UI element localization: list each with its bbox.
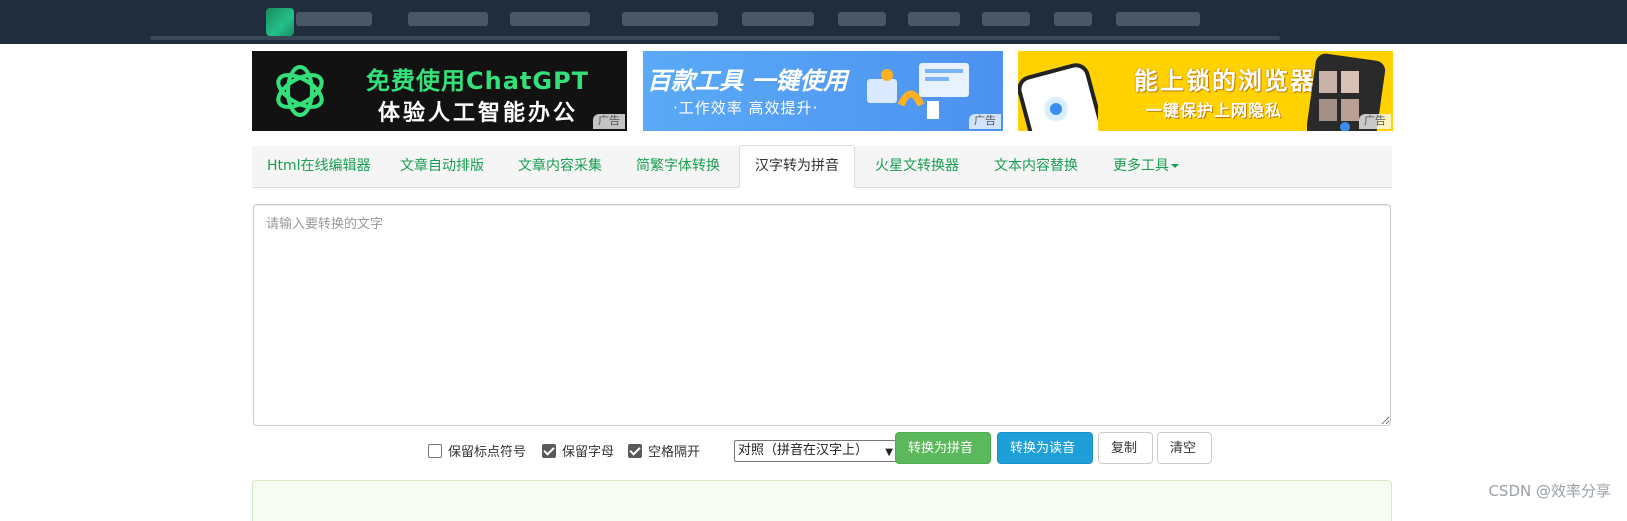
keep-letters-option[interactable]: 保留字母	[542, 441, 614, 460]
blurred-nav-item[interactable]	[982, 12, 1030, 26]
result-panel	[252, 480, 1392, 521]
ad-tag: 广告	[593, 114, 625, 129]
keep-letters-checkbox[interactable]	[542, 443, 556, 458]
keep-letters-label: 保留字母	[562, 445, 615, 460]
ad-headline: 能上锁的浏览器	[1134, 67, 1316, 95]
ad-banner-browser[interactable]: 能上锁的浏览器 一键保护上网隐私 广告	[1018, 51, 1393, 131]
openai-logo-icon	[276, 65, 324, 117]
convert-controls: 保留标点符号 保留字母 空格隔开 对照（拼音在汉字上） ▼ 转换为拼音 转换为读…	[428, 431, 1218, 467]
tab-hanzi-to-pinyin[interactable]: 汉字转为拼音	[739, 145, 855, 188]
tab-more-tools-label: 更多工具	[1113, 158, 1169, 174]
ad-subline: 一键保护上网隐私	[1146, 101, 1283, 120]
convert-to-pinyin-button[interactable]: 转换为拼音	[895, 432, 991, 464]
tab-auto-format[interactable]: 文章自动排版	[385, 146, 499, 187]
blurred-nav-item[interactable]	[622, 12, 718, 26]
ad-tag: 广告	[969, 114, 1001, 129]
csdn-watermark: CSDN @效率分享	[1488, 482, 1611, 500]
blurred-nav-item[interactable]	[1116, 12, 1200, 26]
tab-text-replace[interactable]: 文本内容替换	[979, 146, 1093, 187]
nav-blurred-content	[0, 0, 1627, 44]
keep-punctuation-option[interactable]: 保留标点符号	[428, 441, 526, 460]
text-input[interactable]	[253, 204, 1391, 426]
blurred-divider	[150, 36, 1280, 40]
blurred-site-name	[296, 12, 372, 26]
space-separated-label: 空格隔开	[648, 445, 701, 460]
phone-illustration-icon	[1018, 63, 1098, 131]
blurred-nav-item[interactable]	[408, 12, 488, 26]
keep-punctuation-label: 保留标点符号	[448, 445, 527, 460]
ad-headline: 免费使用ChatGPT	[366, 67, 590, 95]
tab-content-scrape[interactable]: 文章内容采集	[503, 146, 617, 187]
tab-martian-text[interactable]: 火星文转换器	[860, 146, 974, 187]
space-separated-checkbox[interactable]	[628, 443, 642, 458]
chevron-down-icon: ▼	[885, 447, 893, 458]
space-separated-option[interactable]: 空格隔开	[628, 441, 700, 460]
caret-down-icon	[1171, 164, 1179, 168]
tab-more-tools[interactable]: 更多工具	[1098, 146, 1194, 187]
blurred-nav-item[interactable]	[1054, 12, 1092, 26]
ad-headline: 百款工具 一键使用	[647, 67, 848, 95]
ad-tag: 广告	[1359, 114, 1391, 129]
ad-subline: 体验人工智能办公	[378, 101, 579, 126]
copy-button[interactable]: 复制	[1098, 432, 1153, 464]
tools-illustration-icon	[867, 63, 969, 119]
blurred-nav-item[interactable]	[908, 12, 960, 26]
ad-banner-tools[interactable]: 百款工具 一键使用 ·工作效率 高效提升· 广告	[643, 51, 1003, 131]
blurred-nav-item[interactable]	[838, 12, 886, 26]
blurred-nav-item[interactable]	[742, 12, 814, 26]
ad-banners: 免费使用ChatGPT 体验人工智能办公 广告 百款工具 一键使用 ·工作效率 …	[252, 51, 1393, 131]
display-mode-value: 对照（拼音在汉字上）	[738, 443, 869, 458]
tab-html-editor[interactable]: Html在线编辑器	[252, 146, 386, 187]
top-navbar	[0, 0, 1627, 44]
ad-banner-chatgpt[interactable]: 免费使用ChatGPT 体验人工智能办公 广告	[252, 51, 627, 131]
ad-subline: ·工作效率 高效提升·	[673, 99, 819, 117]
blurred-nav-item[interactable]	[510, 12, 590, 26]
convert-to-reading-button[interactable]: 转换为读音	[997, 432, 1093, 464]
keep-punctuation-checkbox[interactable]	[428, 443, 442, 458]
site-logo-icon[interactable]	[266, 8, 294, 36]
clear-button[interactable]: 清空	[1157, 432, 1212, 464]
display-mode-select[interactable]: 对照（拼音在汉字上） ▼	[734, 440, 897, 462]
tool-tabs: Html在线编辑器 文章自动排版 文章内容采集 简繁字体转换 汉字转为拼音 火星…	[252, 145, 1392, 188]
tab-simp-trad[interactable]: 简繁字体转换	[621, 146, 735, 187]
